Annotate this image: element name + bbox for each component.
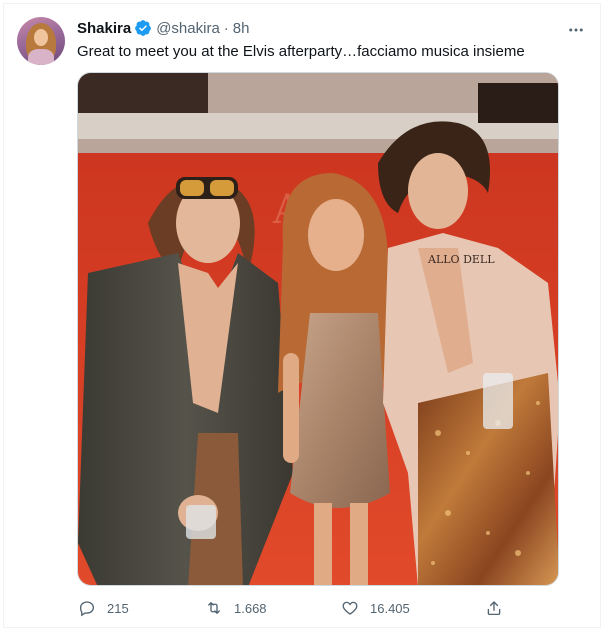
verified-badge-icon xyxy=(134,19,152,37)
reply-button[interactable]: 215 xyxy=(77,596,129,620)
tweet-header: Shakira @shakira · 8h xyxy=(77,18,249,38)
tweet-text: Great to meet you at the Elvis afterpart… xyxy=(77,43,525,60)
header-separator: · xyxy=(223,19,229,37)
share-icon xyxy=(484,598,504,618)
tweet-photo[interactable]: A A ALLO DELL xyxy=(77,72,559,586)
reply-icon xyxy=(77,598,97,618)
like-count: 16.405 xyxy=(370,600,410,616)
tweet-actions: 215 1.668 16.405 xyxy=(77,596,517,620)
author-handle[interactable]: @shakira xyxy=(156,20,220,37)
tweet-time[interactable]: 8h xyxy=(233,20,250,37)
reply-count: 215 xyxy=(107,600,129,616)
retweet-icon xyxy=(204,598,224,618)
share-button[interactable] xyxy=(484,596,504,620)
more-options-icon[interactable] xyxy=(566,20,586,40)
author-avatar[interactable] xyxy=(17,17,65,65)
tattoo-text: ALLO DELL xyxy=(427,253,495,266)
avatar-body xyxy=(28,49,54,65)
avatar-face xyxy=(34,29,48,46)
like-button[interactable]: 16.405 xyxy=(340,596,410,620)
retweet-button[interactable]: 1.668 xyxy=(204,596,267,620)
retweet-count: 1.668 xyxy=(234,600,267,616)
tweet-card[interactable]: Shakira @shakira · 8h Great to meet you … xyxy=(3,3,601,628)
author-name[interactable]: Shakira xyxy=(77,20,131,37)
heart-icon xyxy=(340,598,360,618)
